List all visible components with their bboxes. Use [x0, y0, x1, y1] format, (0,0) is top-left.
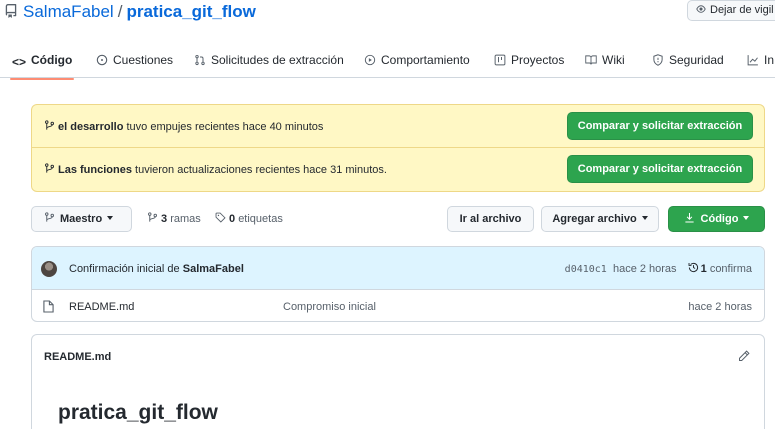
- code-icon: <>: [12, 55, 27, 69]
- tag-icon: [215, 212, 226, 223]
- tab-label: Seguridad: [669, 53, 724, 67]
- commit-message-text[interactable]: Confirmación inicial de: [69, 263, 180, 275]
- file-icon: [43, 300, 54, 313]
- file-list: Confirmación inicial de SalmaFabel d0410…: [31, 246, 765, 322]
- tags-count: 0: [229, 213, 236, 225]
- download-icon: [684, 213, 694, 223]
- branch-select-button[interactable]: Maestro: [31, 206, 132, 232]
- avatar[interactable]: [41, 261, 57, 277]
- tab-projects[interactable]: Proyectos: [494, 52, 564, 68]
- tab-code[interactable]: <> Código: [9, 52, 75, 80]
- commit-sha[interactable]: d0410c1: [565, 264, 607, 275]
- notice-text: el desarrollo tuvo empujes recientes hac…: [44, 120, 323, 134]
- chevron-down-icon: [107, 216, 114, 220]
- tab-wiki[interactable]: Wiki: [585, 52, 625, 68]
- readme-title: pratica_git_flow: [58, 401, 218, 424]
- notice-branch-name[interactable]: el desarrollo: [58, 121, 123, 133]
- code-button-label: Código: [700, 213, 739, 225]
- tab-label: Solicitudes de extracción: [211, 53, 344, 67]
- commit-meta: d0410c1 hace 2 horas 1 confirma: [565, 262, 752, 277]
- play-icon: [364, 54, 376, 66]
- branch-icon: [148, 212, 157, 222]
- tab-insights[interactable]: In: [747, 52, 774, 68]
- branch-icon: [45, 212, 54, 222]
- notice-text: Las funciones tuvieron actualizaciones r…: [44, 163, 387, 177]
- table-row: README.md Compromiso inicial hace 2 hora…: [32, 291, 764, 321]
- watch-label: Dejar de vigil: [710, 4, 774, 16]
- commit-author[interactable]: SalmaFabel: [183, 263, 244, 275]
- notice-message: tuvo empujes recientes hace 40 minutos: [126, 121, 324, 133]
- tab-label: Comportamiento: [381, 53, 470, 67]
- pull-request-icon: [195, 54, 205, 66]
- repo-title: SalmaFabel / pratica_git_flow: [23, 2, 256, 22]
- file-commit-message[interactable]: Compromiso inicial: [283, 300, 376, 314]
- branch-icon: [45, 163, 54, 173]
- readme-filename[interactable]: README.md: [44, 350, 111, 364]
- tab-security[interactable]: Seguridad: [652, 52, 724, 68]
- tab-pull-requests[interactable]: Solicitudes de extracción: [194, 52, 344, 68]
- tab-label: Wiki: [602, 53, 625, 67]
- chevron-down-icon: [743, 216, 750, 220]
- tab-issues[interactable]: Cuestiones: [96, 52, 173, 68]
- latest-commit-row: Confirmación inicial de SalmaFabel d0410…: [32, 247, 764, 290]
- chevron-down-icon: [641, 216, 648, 220]
- tab-label: Proyectos: [511, 53, 565, 67]
- code-download-button[interactable]: Código: [668, 206, 765, 232]
- branches-label: ramas: [170, 213, 201, 225]
- tags-link[interactable]: 0 etiquetas: [215, 212, 283, 226]
- issue-icon: [96, 54, 108, 66]
- repo-icon: [5, 4, 17, 18]
- repo-owner-link[interactable]: SalmaFabel: [23, 2, 114, 21]
- file-age: hace 2 horas: [688, 301, 752, 313]
- recent-push-notice: el desarrollo tuvo empujes recientes hac…: [31, 104, 765, 148]
- book-icon: [585, 55, 597, 65]
- graph-icon: [747, 55, 758, 66]
- commits-count: 1: [700, 263, 707, 275]
- repo-name-link[interactable]: pratica_git_flow: [126, 2, 255, 21]
- file-name-link[interactable]: README.md: [69, 300, 134, 314]
- repo-separator: /: [117, 2, 123, 21]
- recent-push-notice: Las funciones tuvieron actualizaciones r…: [31, 148, 765, 192]
- go-to-file-button[interactable]: Ir al archivo: [447, 206, 534, 232]
- add-file-button[interactable]: Agregar archivo: [541, 206, 659, 232]
- commits-link[interactable]: 1 confirma: [701, 263, 752, 275]
- notice-branch-name[interactable]: Las funciones: [58, 164, 132, 176]
- tab-label: In: [764, 53, 775, 67]
- compare-pull-request-button[interactable]: Comparar y solicitar extracción: [567, 112, 753, 140]
- tab-label: Código: [31, 53, 73, 67]
- tab-actions[interactable]: Comportamiento: [364, 52, 470, 68]
- tags-label: etiquetas: [238, 213, 283, 225]
- notice-message: tuvieron actualizaciones recientes hace …: [135, 164, 387, 176]
- add-file-label: Agregar archivo: [552, 213, 637, 225]
- watch-button[interactable]: Dejar de vigil: [687, 0, 775, 21]
- branches-count: 3: [161, 213, 168, 225]
- shield-icon: [653, 54, 663, 66]
- repo-nav-tabs: <> Código Cuestiones Solicitudes de extra…: [0, 44, 775, 80]
- readme-box: README.md pratica_git_flow: [31, 334, 765, 429]
- tab-label: Cuestiones: [113, 53, 174, 67]
- compare-pull-request-button[interactable]: Comparar y solicitar extracción: [567, 155, 753, 183]
- commit-age: hace 2 horas: [612, 263, 677, 275]
- branches-link[interactable]: 3 ramas: [147, 212, 201, 226]
- commits-label: confirma: [709, 263, 752, 275]
- pencil-icon[interactable]: [738, 350, 750, 362]
- commit-message: Confirmación inicial de SalmaFabel: [69, 262, 244, 276]
- table-icon: [494, 54, 506, 66]
- branch-icon: [45, 120, 54, 130]
- repo-header: SalmaFabel / pratica_git_flow Dejar de vig…: [0, 0, 775, 26]
- branch-name: Maestro: [60, 213, 103, 225]
- eye-icon: [696, 5, 706, 13]
- history-icon: [688, 262, 698, 273]
